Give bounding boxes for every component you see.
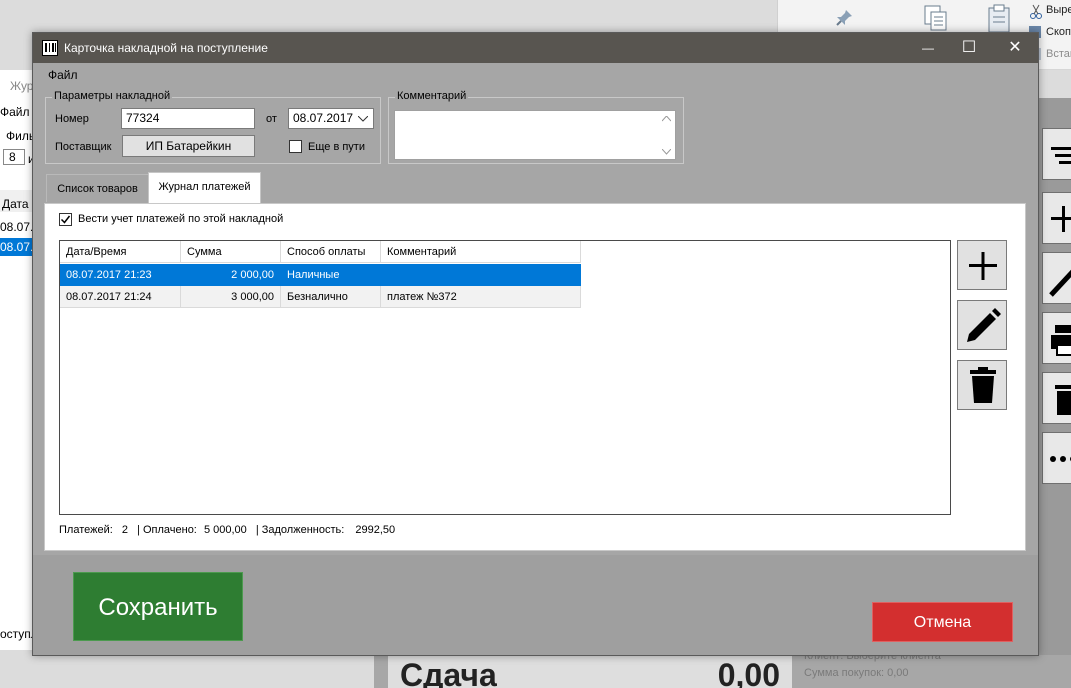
title-bar[interactable]: Карточка накладной на поступление — ☐ ✕ (33, 33, 1038, 63)
payments-count: 2 (121, 524, 128, 536)
print-icon (1051, 325, 1071, 356)
track-payments-checkbox[interactable] (59, 213, 72, 226)
invoice-dialog: Карточка накладной на поступление — ☐ ✕ … (32, 32, 1039, 656)
table-row[interactable]: 08.07.2017 21:24 3 000,00 Безналично пла… (60, 286, 581, 308)
maximize-button[interactable]: ☐ (946, 33, 992, 63)
row-datetime: 08.07.2017 21:23 (60, 264, 181, 286)
paid-label: | Оплачено: (137, 524, 197, 536)
supplier-button[interactable]: ИП Батарейкин (122, 135, 255, 157)
params-group: Параметры накладной Номер 77324 от 08.07… (45, 90, 381, 164)
row-amount: 2 000,00 (181, 264, 281, 286)
dialog-body: Параметры накладной Номер 77324 от 08.07… (33, 85, 1038, 555)
supplier-label: Поставщик (55, 141, 112, 153)
row-amount: 3 000,00 (181, 286, 281, 308)
cut-icon (1029, 4, 1043, 23)
menu-file[interactable]: Файл (48, 68, 78, 82)
col-amount[interactable]: Сумма (181, 241, 281, 263)
print-bg-button[interactable] (1042, 312, 1071, 364)
change-value: 0,00 (717, 657, 780, 688)
filter-button[interactable] (1042, 128, 1071, 180)
change-panel: Сдача 0,00 (388, 655, 792, 688)
minimize-button[interactable]: — (905, 33, 951, 63)
row-comment: платеж №372 (381, 286, 581, 308)
close-button[interactable]: ✕ (992, 33, 1038, 63)
menu-bar: Файл (33, 63, 1038, 85)
col-method[interactable]: Способ оплаты (281, 241, 381, 263)
journal-filter-value[interactable]: 8 (3, 149, 25, 165)
comment-legend: Комментарий (395, 90, 469, 102)
payments-grid[interactable]: Дата/Время Сумма Способ оплаты Комментар… (59, 240, 951, 515)
tab-goods-list[interactable]: Список товаров (46, 174, 149, 202)
edit-bg-button[interactable] (1042, 252, 1071, 304)
change-label: Сдача (400, 657, 497, 688)
payments-summary: Платежей: 2 | Оплачено: 5 000,00 | Задол… (59, 524, 395, 536)
chevron-down-icon (358, 116, 368, 122)
date-label: от (266, 113, 277, 125)
journal-row-selected[interactable]: 08.07.2 (0, 238, 40, 256)
journal-menu-file[interactable]: Файл (0, 105, 30, 119)
background-change-panel: Сдача 0,00 Клиент: Выберите клиента Сумм… (374, 650, 1071, 688)
payments-tab-page: Вести учет платежей по этой накладной Да… (44, 203, 1026, 551)
edit-icon (967, 308, 1001, 342)
journal-title: Жур (10, 79, 34, 93)
paid-value: 5 000,00 (203, 524, 247, 536)
number-input[interactable]: 77324 (121, 108, 255, 129)
debt-label: | Задолженность: (255, 524, 345, 536)
delete-bg-button[interactable] (1042, 372, 1071, 424)
in-transit-checkbox[interactable] (289, 140, 302, 153)
trash-icon (1055, 385, 1071, 415)
col-datetime[interactable]: Дата/Время (60, 241, 181, 263)
payments-count-label: Платежей: (59, 524, 113, 536)
scroll-down-icon[interactable] (662, 149, 671, 155)
cancel-button[interactable]: Отмена (872, 602, 1013, 642)
save-button[interactable]: Сохранить (73, 572, 243, 641)
scroll-up-icon[interactable] (662, 116, 671, 122)
background-toolbar (1038, 98, 1071, 688)
track-payments-label: Вести учет платежей по этой накладной (78, 213, 284, 225)
params-legend: Параметры накладной (52, 90, 173, 102)
row-comment (381, 264, 581, 286)
number-label: Номер (55, 113, 89, 125)
add-payment-button[interactable] (957, 240, 1007, 290)
journal-col-date: Дата (2, 197, 29, 211)
row-method: Безналично (281, 286, 381, 308)
barcode-icon (42, 40, 58, 56)
more-icon (1050, 456, 1071, 462)
ribbon-paste-label[interactable]: Встав (1046, 48, 1071, 60)
comment-group: Комментарий (388, 90, 684, 164)
col-comment[interactable]: Комментарий (381, 241, 581, 263)
ribbon-cut-label[interactable]: Выре (1046, 4, 1071, 16)
date-value: 08.07.2017 (293, 111, 354, 125)
more-bg-button[interactable] (1042, 432, 1071, 484)
in-transit-label: Еще в пути (308, 141, 365, 153)
journal-filter-label: Филь (6, 129, 36, 143)
purchase-info: Сумма покупок: 0,00 (804, 667, 909, 679)
date-picker[interactable]: 08.07.2017 (288, 108, 374, 129)
grid-header: Дата/Время Сумма Способ оплаты Комментар… (60, 241, 581, 263)
add-icon (1051, 206, 1071, 232)
add-icon (969, 252, 997, 280)
debt-value: 2992,50 (355, 524, 396, 536)
row-datetime: 08.07.2017 21:24 (60, 286, 181, 308)
row-method: Наличные (281, 264, 381, 286)
edit-payment-button[interactable] (957, 300, 1007, 350)
window-title: Карточка накладной на поступление (64, 41, 268, 55)
add-bg-button[interactable] (1042, 192, 1071, 244)
filter-icon (1051, 147, 1071, 164)
tab-payments-journal[interactable]: Журнал платежей (148, 172, 261, 203)
background-journal-window: Жур Файл Филь 8 и Дата 08.07.2 08.07.2 о… (0, 70, 40, 650)
copy-icon (923, 4, 949, 35)
edit-icon (1049, 269, 1071, 297)
ribbon-copy-label[interactable]: Скоп (1046, 26, 1071, 38)
pin-icon (834, 8, 854, 28)
comment-textarea[interactable] (394, 110, 676, 160)
dialog-footer: Сохранить Отмена (33, 555, 1038, 655)
delete-icon (970, 367, 996, 403)
delete-payment-button[interactable] (957, 360, 1007, 410)
table-row[interactable]: 08.07.2017 21:23 2 000,00 Наличные (60, 264, 581, 286)
check-icon (60, 215, 71, 224)
